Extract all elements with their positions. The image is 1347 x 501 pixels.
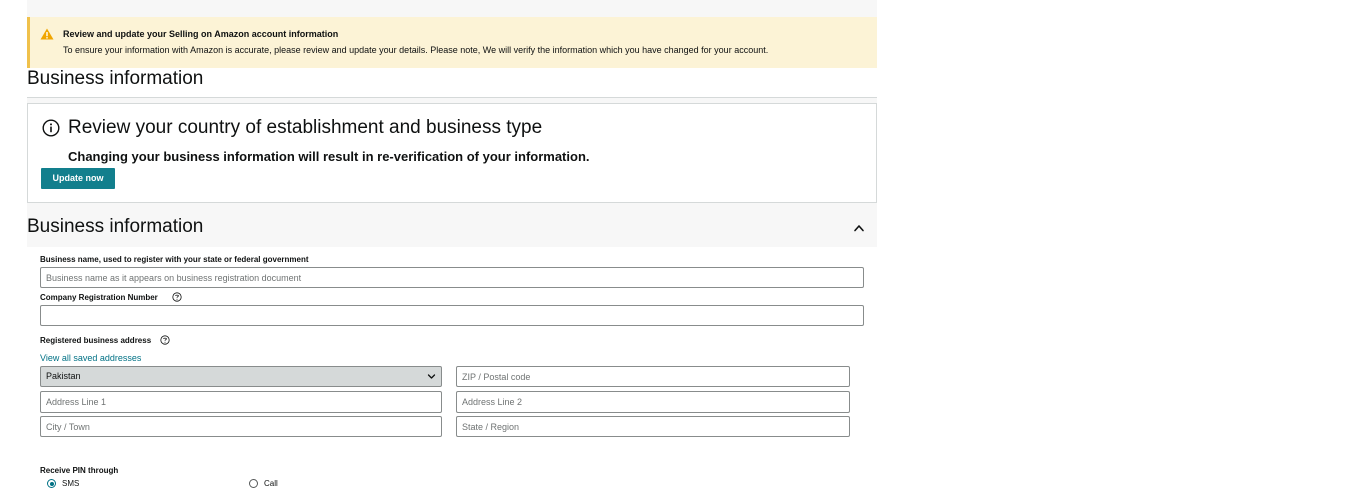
account-update-alert: Review and update your Selling on Amazon… — [27, 17, 877, 68]
update-now-button[interactable]: Update now — [41, 168, 115, 189]
address-line1-input[interactable] — [40, 391, 442, 413]
warning-icon — [40, 28, 54, 40]
state-input[interactable] — [456, 416, 850, 437]
section-heading: Business information — [27, 216, 204, 237]
review-subtitle: Changing your business information will … — [68, 149, 590, 164]
address-label: Registered business address — [40, 336, 152, 345]
company-reg-input[interactable] — [40, 305, 864, 326]
business-name-label: Business name, used to register with you… — [40, 255, 309, 264]
business-name-input[interactable] — [40, 267, 864, 288]
radio-sms-label: SMS — [62, 479, 80, 488]
chevron-down-icon — [427, 374, 436, 379]
top-heading-band: Business information — [27, 68, 877, 98]
company-reg-label: Company Registration Number — [40, 293, 158, 302]
country-select[interactable]: Pakistan — [40, 366, 442, 387]
address-line2-input[interactable] — [456, 391, 850, 413]
pin-label: Receive PIN through — [40, 466, 119, 475]
radio-call-label: Call — [264, 479, 278, 488]
question-circle-icon[interactable] — [172, 292, 182, 302]
review-title: Review your country of establishment and… — [68, 117, 543, 138]
alert-title: Review and update your Selling on Amazon… — [63, 29, 339, 39]
view-saved-addresses-link[interactable]: View all saved addresses — [40, 353, 141, 363]
pin-option-call[interactable]: Call — [249, 479, 278, 488]
business-info-form: Business name, used to register with you… — [27, 247, 877, 501]
radio-sms[interactable] — [47, 479, 56, 488]
info-icon — [42, 119, 60, 137]
chevron-up-icon[interactable] — [853, 222, 865, 234]
question-circle-icon[interactable] — [160, 335, 170, 345]
page-title: Business information — [27, 68, 204, 89]
alert-body: To ensure your information with Amazon i… — [63, 45, 769, 55]
country-select-value: Pakistan — [46, 371, 81, 381]
pin-option-sms[interactable]: SMS — [47, 479, 79, 488]
city-input[interactable] — [40, 416, 442, 437]
zip-input[interactable] — [456, 366, 850, 387]
review-country-box: Review your country of establishment and… — [27, 103, 877, 203]
radio-call[interactable] — [249, 479, 258, 488]
